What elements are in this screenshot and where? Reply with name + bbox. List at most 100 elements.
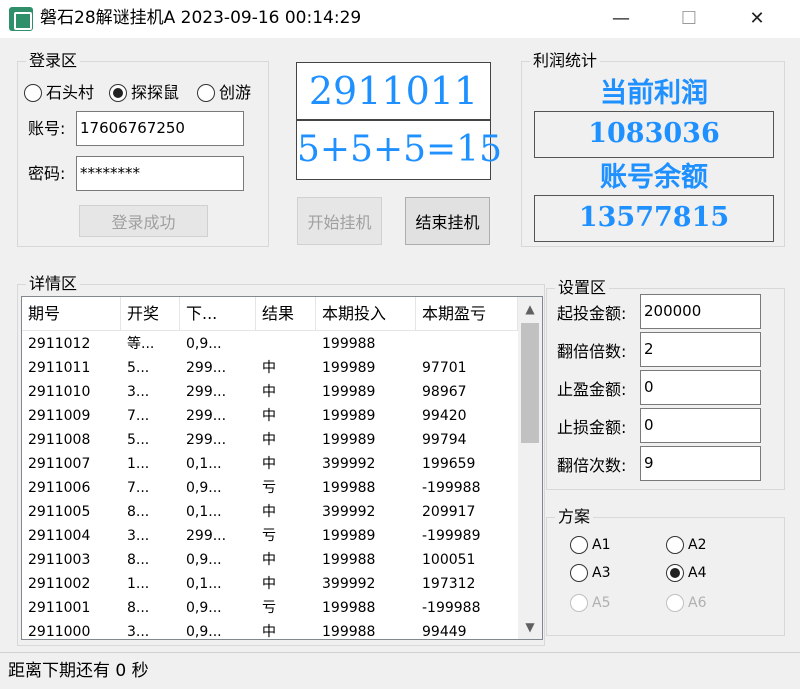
cell-bet: 0,9... <box>186 480 222 496</box>
table-row[interactable]: 2911012 等... 0,9... 199988 <box>22 332 518 356</box>
cell-bet: 299... <box>186 360 227 376</box>
column-header-profit[interactable]: 本期盈亏 <box>416 297 518 331</box>
password-field[interactable]: ******** <box>76 156 244 191</box>
cell-draw: 8... <box>127 600 150 616</box>
window-title: 磐石28解谜挂机A 2023-09-16 00:14:29 <box>40 8 362 28</box>
login-group-label: 登录区 <box>26 51 81 71</box>
table-row[interactable]: 2911002 1... 0,1... 中 399992 197312 <box>22 572 518 596</box>
take-profit-field[interactable]: 0 <box>640 370 761 405</box>
double-count-field[interactable]: 9 <box>640 446 761 481</box>
plan-radio-a5[interactable]: A5 <box>570 593 610 613</box>
cell-draw: 8... <box>127 552 150 568</box>
cell-period: 2911007 <box>28 456 91 472</box>
column-header-result[interactable]: 结果 <box>256 297 316 331</box>
radio-label: 探探鼠 <box>131 83 180 102</box>
cell-profit: 209917 <box>422 504 476 520</box>
table-row[interactable]: 2911003 8... 0,9... 中 199988 100051 <box>22 548 518 572</box>
multiplier-field[interactable]: 2 <box>640 332 761 367</box>
account-label: 账号: <box>28 119 66 138</box>
status-bar: 距离下期还有 0 秒 <box>0 652 800 689</box>
cell-bet: 299... <box>186 384 227 400</box>
cell-invest: 399992 <box>322 456 376 472</box>
radio-circle-icon <box>197 84 215 102</box>
scroll-thumb[interactable] <box>521 323 539 443</box>
radio-circle-icon <box>666 594 684 612</box>
plan-radio-a4[interactable]: A4 <box>666 563 706 583</box>
table-row[interactable]: 2911005 8... 0,1... 中 399992 209917 <box>22 500 518 524</box>
table-row[interactable]: 2911009 7... 299... 中 199989 99420 <box>22 404 518 428</box>
radio-shitoucun[interactable]: 石头村 <box>24 83 94 103</box>
radio-label: A5 <box>592 595 611 611</box>
radio-chuangyou[interactable]: 创游 <box>197 83 251 103</box>
period-display: 2911011 <box>296 62 491 120</box>
radio-circle-icon <box>570 536 588 554</box>
table-row[interactable]: 2911010 3... 299... 中 199989 98967 <box>22 380 518 404</box>
stop-button[interactable]: 结束挂机 <box>405 197 490 245</box>
cell-invest: 399992 <box>322 576 376 592</box>
stop-loss-field[interactable]: 0 <box>640 408 761 443</box>
table-row[interactable]: 2911000 3... 0,9... 中 199988 99449 <box>22 620 518 640</box>
radio-label: 创游 <box>219 83 252 102</box>
close-button[interactable]: ✕ <box>734 0 780 38</box>
radio-tantanshu[interactable]: 探探鼠 <box>109 83 179 103</box>
radio-circle-icon <box>570 594 588 612</box>
scroll-up-icon[interactable]: ▲ <box>518 299 542 319</box>
table-row[interactable]: 2911004 3... 299... 亏 199989 -199989 <box>22 524 518 548</box>
cell-bet: 0,1... <box>186 504 222 520</box>
start-button[interactable]: 开始挂机 <box>297 197 382 245</box>
table-row[interactable]: 2911001 8... 0,9... 亏 199988 -199988 <box>22 596 518 620</box>
cell-bet: 299... <box>186 432 227 448</box>
start-amount-field[interactable]: 200000 <box>640 294 761 329</box>
scroll-down-icon[interactable]: ▼ <box>518 617 542 637</box>
cell-profit: 98967 <box>422 384 467 400</box>
balance-label: 账号余额 <box>600 162 708 193</box>
cell-period: 2911003 <box>28 552 91 568</box>
plan-radio-a6[interactable]: A6 <box>666 593 706 613</box>
table-row[interactable]: 2911006 7... 0,9... 亏 199988 -199988 <box>22 476 518 500</box>
plan-radio-a1[interactable]: A1 <box>570 535 610 555</box>
table-row[interactable]: 2911011 5... 299... 中 199989 97701 <box>22 356 518 380</box>
plan-radio-a2[interactable]: A2 <box>666 535 706 555</box>
settings-group-label: 设置区 <box>555 278 610 298</box>
cell-bet: 299... <box>186 408 227 424</box>
column-header-invest[interactable]: 本期投入 <box>316 297 416 331</box>
cell-invest: 199988 <box>322 480 376 496</box>
account-field[interactable]: 17606767250 <box>76 111 244 146</box>
cell-profit: 199659 <box>422 456 476 472</box>
cell-result: 中 <box>262 432 276 448</box>
maximize-button[interactable]: ☐ <box>666 0 712 38</box>
login-button[interactable]: 登录成功 <box>79 205 208 237</box>
column-header-period[interactable]: 期号 <box>22 297 121 331</box>
cell-invest: 199989 <box>322 384 376 400</box>
title-bar: 磐石28解谜挂机A 2023-09-16 00:14:29 — ☐ ✕ <box>0 0 800 38</box>
cell-draw: 7... <box>127 480 150 496</box>
setting-label-start-amount: 起投金额: <box>557 304 627 323</box>
plan-group-label: 方案 <box>555 507 594 527</box>
cell-invest: 199989 <box>322 432 376 448</box>
cell-invest: 199989 <box>322 360 376 376</box>
cell-result: 中 <box>262 456 276 472</box>
setting-label-multiplier: 翻倍倍数: <box>557 342 627 361</box>
current-profit-label: 当前利润 <box>600 78 708 109</box>
table-row[interactable]: 2911008 5... 299... 中 199989 99794 <box>22 428 518 452</box>
cell-period: 2911011 <box>28 360 91 376</box>
table-scrollbar[interactable]: ▲ ▼ <box>518 297 542 639</box>
cell-period: 2911008 <box>28 432 91 448</box>
cell-draw: 3... <box>127 528 150 544</box>
cell-result: 中 <box>262 624 276 640</box>
cell-profit <box>416 332 518 356</box>
cell-bet: 0,9... <box>186 600 222 616</box>
cell-result: 中 <box>262 576 276 592</box>
setting-label-stop-loss: 止损金额: <box>557 418 627 437</box>
radio-label: A6 <box>688 595 707 611</box>
cell-period: 2911000 <box>28 624 91 640</box>
column-header-draw[interactable]: 开奖 <box>121 297 180 331</box>
cell-draw: 7... <box>127 408 150 424</box>
details-table[interactable]: 期号 开奖 下... 结果 本期投入 本期盈亏 2911012 等... 0,9..… <box>21 296 543 640</box>
cell-period: 2911010 <box>28 384 91 400</box>
column-header-bet[interactable]: 下... <box>180 297 256 331</box>
plan-radio-a3[interactable]: A3 <box>570 563 610 583</box>
table-row[interactable]: 2911007 1... 0,1... 中 399992 199659 <box>22 452 518 476</box>
password-label: 密码: <box>28 164 66 183</box>
minimize-button[interactable]: — <box>598 0 644 38</box>
